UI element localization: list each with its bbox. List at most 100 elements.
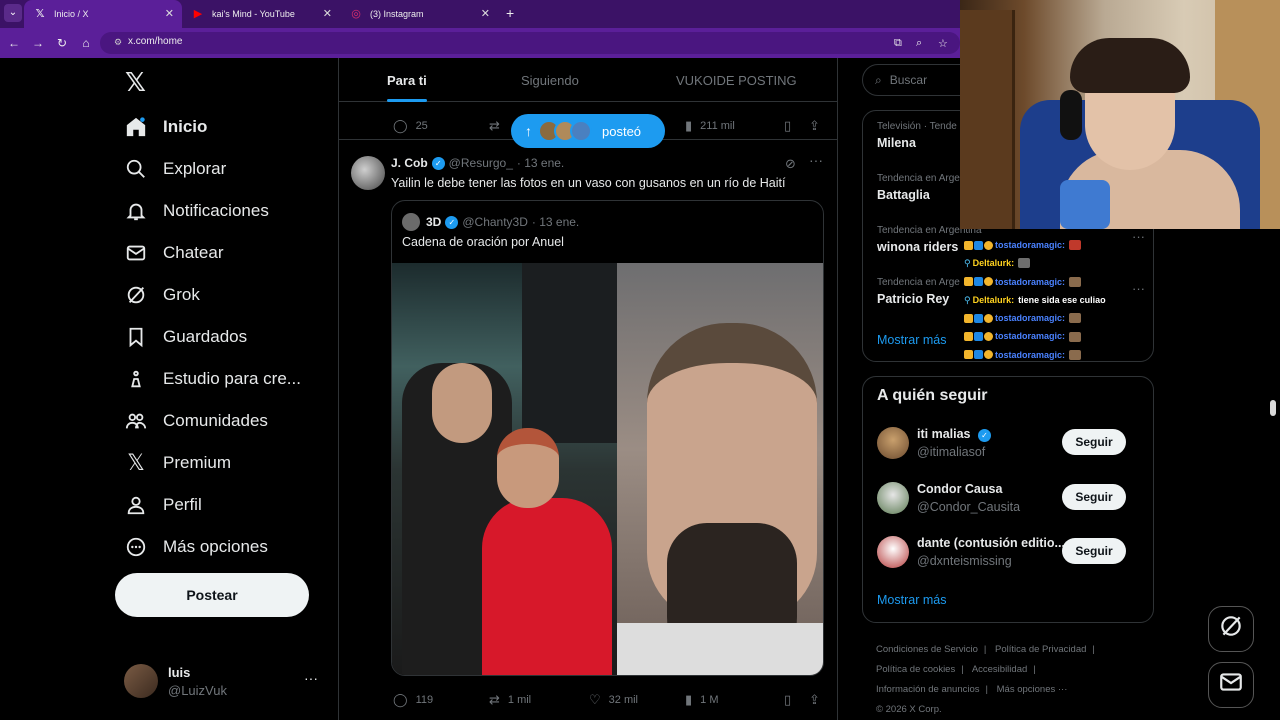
browser-tab-youtube[interactable]: ▶ kai's Mind - YouTube ✕ [182,0,340,28]
browser-tab-x[interactable]: 𝕏 Inicio / X ✕ [24,0,182,28]
follow-button[interactable]: Seguir [1062,429,1126,455]
mail-icon [1218,669,1244,701]
back-arrow-icon[interactable]: ← [6,35,22,51]
verified-badge-icon: ✓ [431,156,445,170]
forward-arrow-icon[interactable]: → [30,35,46,51]
left-sidebar: 𝕏 Inicio Explorar Notificaciones Chatear… [0,58,338,720]
account-switcher[interactable]: luis @LuizVuk ··· [124,662,324,702]
share-icon: ⇪ [809,118,820,133]
close-icon[interactable]: ✕ [323,0,332,28]
poster-avatars [538,120,592,142]
views-button[interactable]: ▮ 1 M [685,692,719,708]
nav-item-explorar[interactable]: Explorar [124,152,226,186]
tab-search-icon[interactable]: ⌄ [4,4,22,22]
share-button[interactable]: ⇪ [809,118,828,134]
bookmark-button[interactable]: ▯ [784,118,799,134]
tweet[interactable]: J. Cob ✓ @Resurgo_ · 13 ene. ⊘ ··· Yaili… [339,148,837,718]
zoom-icon[interactable]: ⌕ [916,37,922,50]
quote-media[interactable] [392,263,823,675]
address-bar[interactable]: ⚙ x.com/home ⧉ ⌕ ☆ [100,32,960,54]
views-button[interactable]: ▮ 211 mil [685,118,735,134]
new-posts-pill[interactable]: ↑ posteó [511,114,665,148]
scrollbar[interactable] [1270,400,1276,416]
bookmark-icon: ▯ [784,692,792,707]
avatar [877,427,909,459]
repost-button[interactable]: ⇄ [489,118,508,134]
grok-fab[interactable] [1208,606,1254,652]
nav-item-notificaciones[interactable]: Notificaciones [124,194,269,228]
close-icon[interactable]: ✕ [165,0,174,28]
reply-icon: ◯ [393,692,408,707]
trends-show-more-link[interactable]: Mostrar más [877,333,946,347]
chat-message: tostadoramagic: [964,309,1144,327]
trend-item[interactable]: Tendencia en Arge Patricio Rey [877,277,960,306]
author-handle[interactable]: @Resurgo_ [449,156,513,170]
crown-badge-icon [964,332,973,342]
new-tab-button[interactable]: + [506,5,514,21]
trend-item[interactable]: Tendencia en Arge Battaglia [877,173,960,202]
reply-button[interactable]: ◯ 119 [393,692,433,708]
nav-item-perfil[interactable]: Perfil [124,488,202,522]
avatar [124,664,158,698]
follow-button[interactable]: Seguir [1062,484,1126,510]
share-button[interactable]: ⇪ [809,692,828,708]
verified-badge-icon: ✓ [445,215,459,229]
nav-item-inicio[interactable]: Inicio [124,110,207,144]
reply-button[interactable]: ◯ 25 [393,118,428,134]
follow-button[interactable]: Seguir [1062,538,1126,564]
more-icon[interactable]: ··· [809,152,823,168]
photo-selfie[interactable] [617,263,823,675]
pin-badge-icon: ⚲ [964,294,971,305]
reload-icon[interactable]: ↻ [54,35,70,51]
moderator-badge-icon [974,332,983,342]
close-icon[interactable]: ✕ [481,0,490,28]
photo-concert[interactable] [392,263,617,675]
follow-suggestion[interactable]: Condor Causa @Condor_Causita Seguir [877,480,1141,520]
moderator-badge-icon [974,350,983,360]
nav-item-chatear[interactable]: Chatear [124,236,223,270]
emote-icon [1069,313,1082,324]
trend-item[interactable]: Televisión · Tende Milena [877,121,957,150]
crown-badge-icon [964,240,973,250]
chat-message: tostadoramagic: [964,236,1144,254]
grok-icon[interactable]: ⊘ [785,156,796,172]
chat-message: tostadoramagic: [964,346,1144,364]
follow-suggestion[interactable]: iti malias ✓ @itimaliasof Seguir [877,425,1141,465]
profile-icon [124,493,148,517]
stream-chat-overlay: tostadoramagic: ⚲ Deltalurk: tostadorama… [964,236,1144,364]
more-icon[interactable]: ··· [304,670,318,686]
tab-siguiendo[interactable]: Siguiendo [521,58,579,102]
nav-item-mas-opciones[interactable]: Más opciones [124,530,268,564]
tweet-date[interactable]: · 13 ene. [517,156,564,170]
avatar[interactable] [351,156,385,190]
post-button[interactable]: Postear [115,573,309,617]
messages-fab[interactable] [1208,662,1254,708]
repost-button[interactable]: ⇄ 1 mil [489,692,531,708]
crown-badge-icon [964,350,973,360]
tab-para-ti[interactable]: Para ti [387,58,427,102]
nav-item-grok[interactable]: Grok [124,278,200,312]
quoted-tweet[interactable]: 3D ✓ @Chanty3D · 13 ene. Cadena de oraci… [391,200,824,676]
sub-badge-icon [984,313,993,323]
follow-show-more-link[interactable]: Mostrar más [877,593,946,607]
moderator-badge-icon [974,313,983,323]
author-name[interactable]: J. Cob [391,156,428,170]
x-premium-icon: 𝕏 [127,450,145,476]
browser-tab-instagram[interactable]: ◎ (3) Instagram ✕ [340,0,498,28]
avatar [402,213,420,231]
site-info-icon[interactable]: ⚙ [114,37,122,48]
bookmark-button[interactable]: ▯ [784,692,799,708]
bookmark-star-icon[interactable]: ☆ [938,37,948,50]
quote-text: Cadena de oración por Anuel [402,235,564,249]
nav-item-estudio[interactable]: Estudio para cre... [124,362,301,396]
follow-suggestion[interactable]: dante (contusión editio... @dxnteismissi… [877,534,1141,574]
nav-item-comunidades[interactable]: Comunidades [124,404,268,438]
nav-item-premium[interactable]: 𝕏 Premium [124,446,231,480]
like-button[interactable]: ♡ 32 mil [589,692,638,708]
x-logo-icon[interactable]: 𝕏 [125,68,146,98]
install-app-icon[interactable]: ⧉ [894,37,902,50]
youtube-icon: ▶ [193,8,203,20]
nav-item-guardados[interactable]: Guardados [124,320,247,354]
home-icon[interactable]: ⌂ [78,35,94,51]
tab-vukoide-posting[interactable]: VUKOIDE POSTING [676,58,797,102]
